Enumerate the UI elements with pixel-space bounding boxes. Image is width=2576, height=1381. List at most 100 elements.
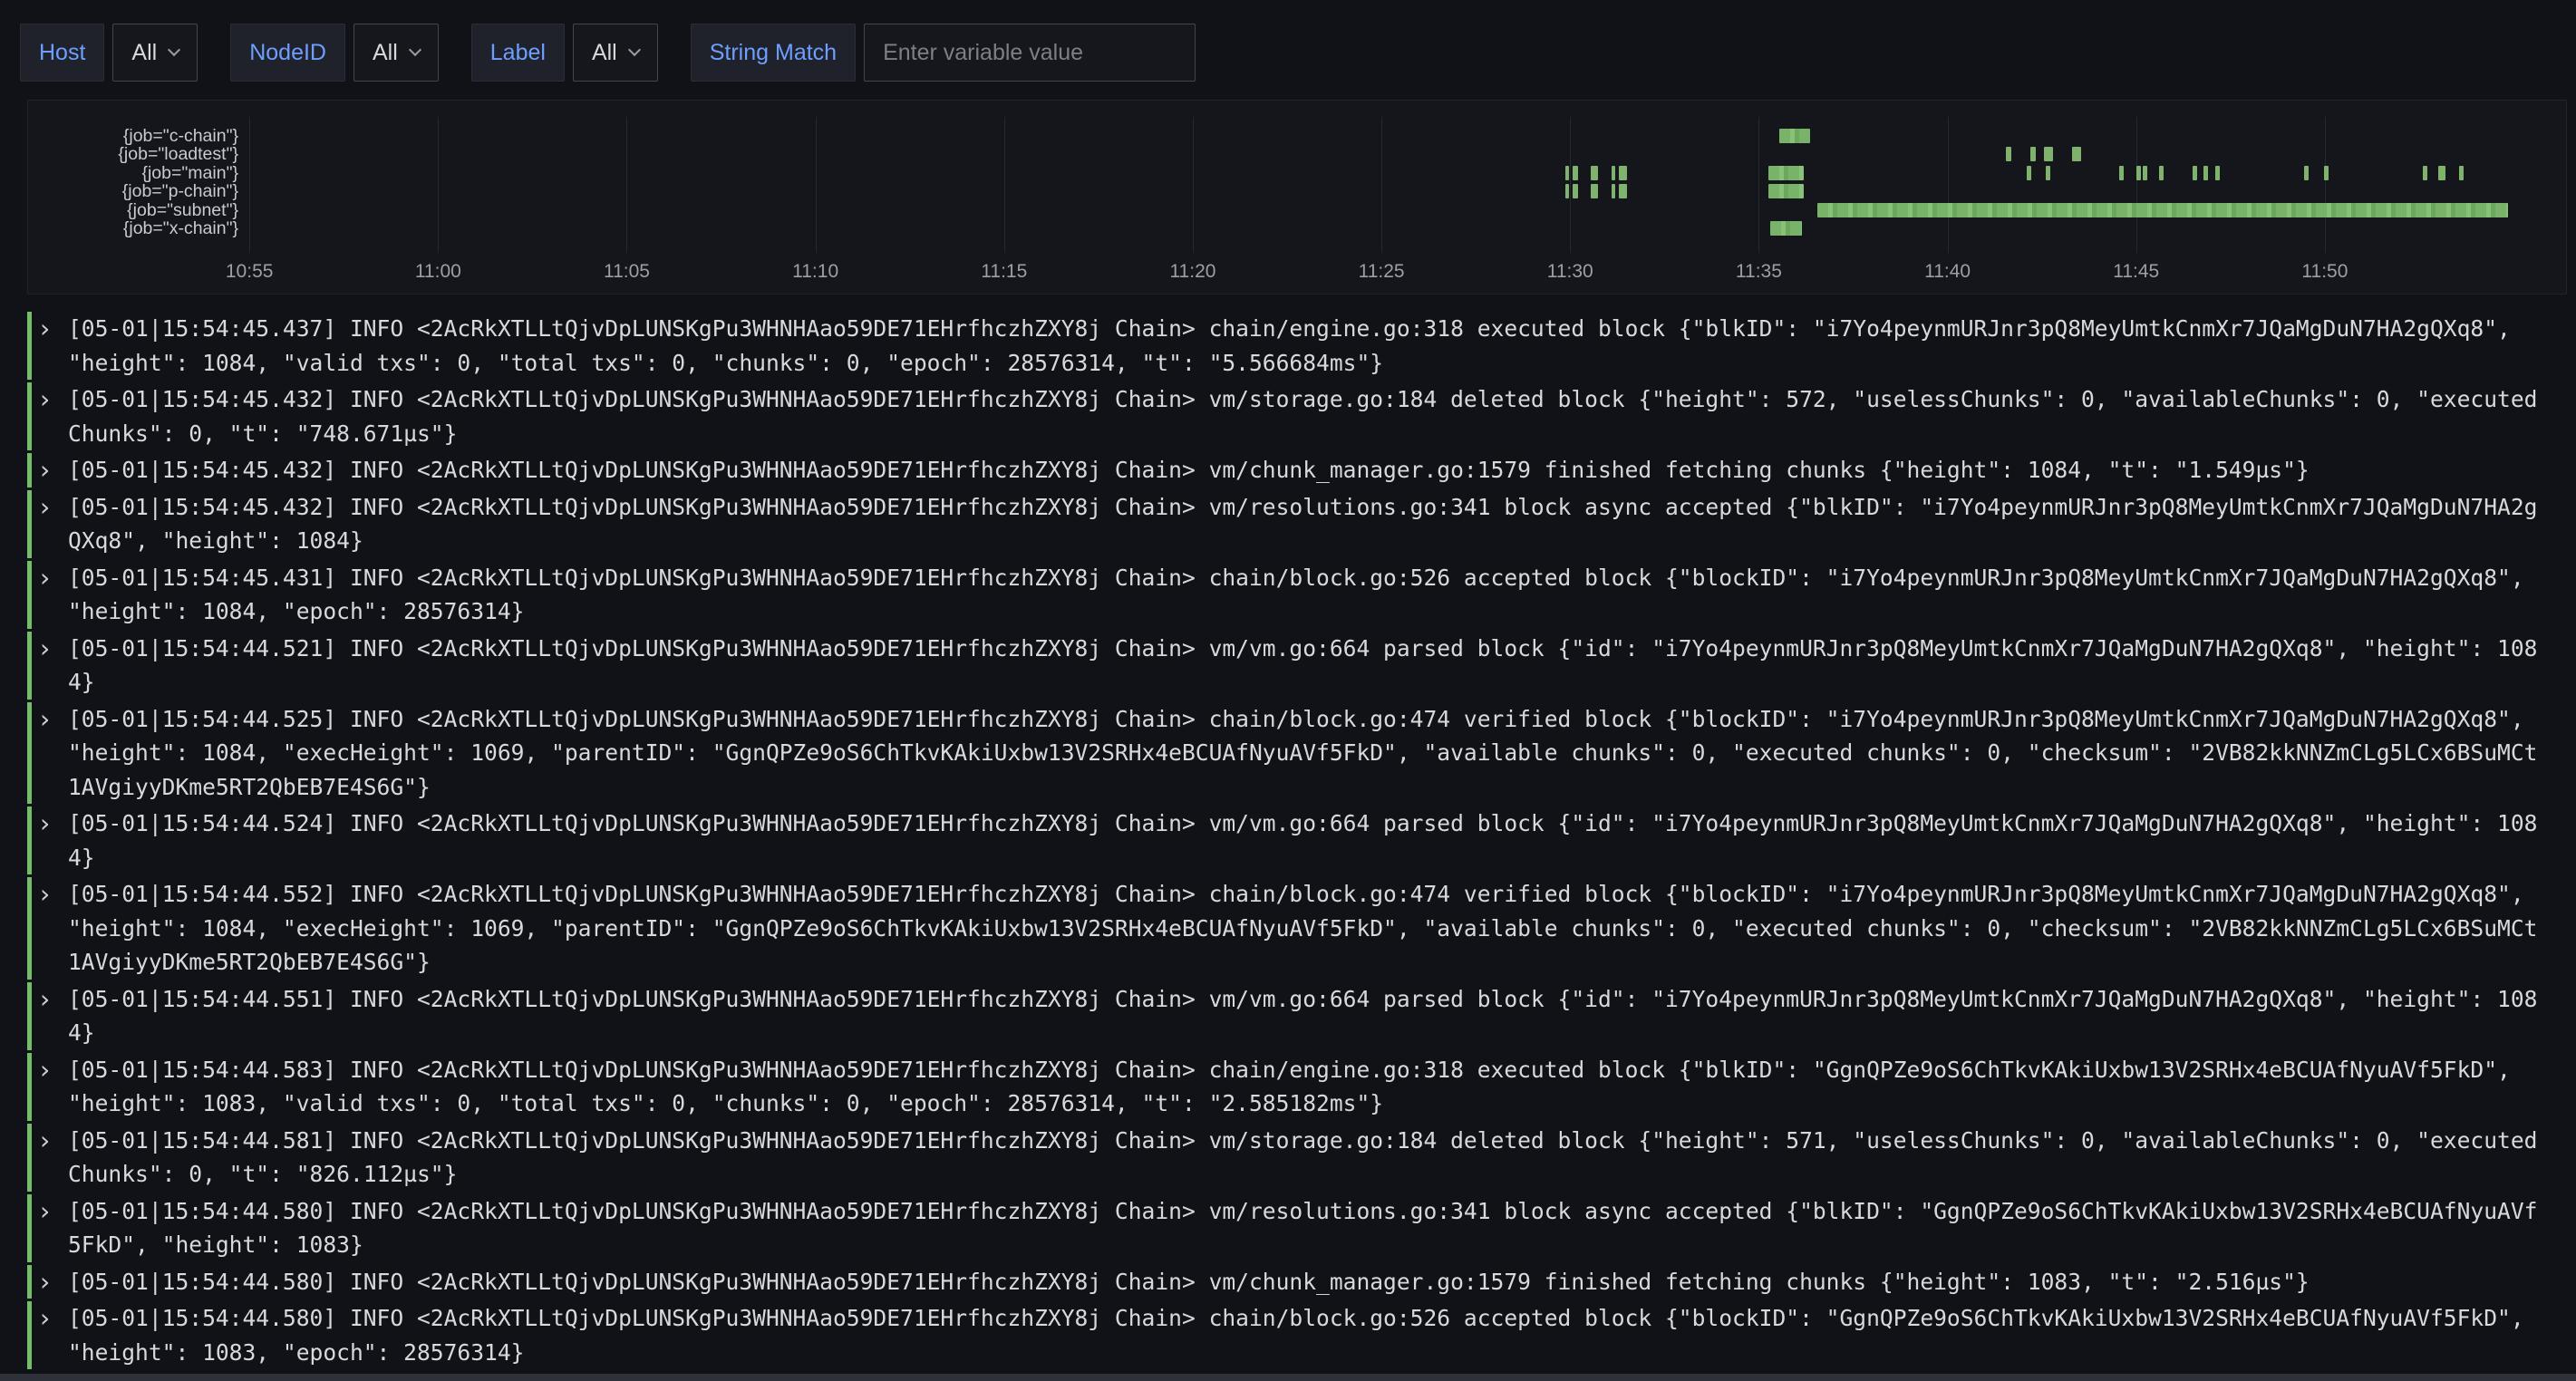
x-axis-tick-label: 11:10	[792, 261, 838, 283]
variable-label-label: Label	[471, 24, 565, 82]
expand-chevron-icon[interactable]: ›	[32, 453, 68, 488]
log-row[interactable]: ›[05-01|15:54:44.521] INFO <2AcRkXTLLtQj…	[27, 632, 2556, 700]
expand-chevron-icon[interactable]: ›	[32, 1194, 68, 1229]
timeline-segment[interactable]	[2193, 166, 2197, 180]
log-row[interactable]: ›[05-01|15:54:44.581] INFO <2AcRkXTLLtQj…	[27, 1124, 2556, 1192]
expand-chevron-icon[interactable]: ›	[32, 982, 68, 1017]
timeline-segment[interactable]	[2324, 166, 2329, 180]
x-axis-tick-label: 10:55	[226, 261, 274, 283]
timeline-segment[interactable]	[2119, 166, 2124, 180]
x-axis-tick-label: 11:50	[2301, 261, 2348, 283]
timeline-segment[interactable]	[1573, 166, 1577, 180]
timeline-segment[interactable]	[1768, 166, 1805, 180]
timeline-segment[interactable]	[2046, 166, 2050, 180]
log-row[interactable]: ›[05-01|15:54:44.551] INFO <2AcRkXTLLtQj…	[27, 982, 2556, 1050]
timeline-segment[interactable]	[1591, 166, 1598, 180]
log-row[interactable]: ›[05-01|15:54:45.437] INFO <2AcRkXTLLtQj…	[27, 312, 2556, 380]
timeline-segment[interactable]	[2030, 147, 2036, 161]
timeline-plot[interactable]	[246, 113, 2559, 253]
timeline-segment[interactable]	[2438, 166, 2445, 180]
expand-chevron-icon[interactable]: ›	[32, 632, 68, 666]
expand-chevron-icon[interactable]: ›	[32, 877, 68, 912]
timeline-segment[interactable]	[1612, 184, 1615, 198]
log-text: [05-01|15:54:44.521] INFO <2AcRkXTLLtQjv…	[68, 632, 2545, 700]
log-row[interactable]: ›[05-01|15:54:45.432] INFO <2AcRkXTLLtQj…	[27, 453, 2556, 488]
timeline-segment[interactable]	[1612, 166, 1615, 180]
variable-dropdown-host[interactable]: All	[112, 24, 198, 82]
log-row[interactable]: ›[05-01|15:54:45.431] INFO <2AcRkXTLLtQj…	[27, 561, 2556, 629]
timeline-segment[interactable]	[2072, 147, 2081, 161]
log-row[interactable]: ›[05-01|15:54:44.580] INFO <2AcRkXTLLtQj…	[27, 1301, 2556, 1369]
timeline-segment[interactable]	[1779, 129, 1809, 143]
log-text: [05-01|15:54:44.552] INFO <2AcRkXTLLtQjv…	[68, 877, 2545, 980]
log-text: [05-01|15:54:44.524] INFO <2AcRkXTLLtQjv…	[68, 806, 2545, 874]
timeline-row	[246, 147, 2559, 161]
timeline-segment[interactable]	[2006, 147, 2011, 161]
x-axis-tick-label: 11:25	[1359, 261, 1405, 283]
log-row[interactable]: ›[05-01|15:54:44.525] INFO <2AcRkXTLLtQj…	[27, 702, 2556, 805]
timeline-segment[interactable]	[2044, 147, 2053, 161]
log-text: [05-01|15:54:44.580] INFO <2AcRkXTLLtQjv…	[68, 1301, 2545, 1369]
log-text: [05-01|15:54:45.432] INFO <2AcRkXTLLtQjv…	[68, 382, 2545, 450]
x-axis-tick-label: 11:00	[415, 261, 461, 283]
expand-chevron-icon[interactable]: ›	[32, 490, 68, 525]
variable-value-label: All	[592, 40, 617, 66]
timeline-segment[interactable]	[1768, 184, 1805, 198]
horizontal-scrollbar[interactable]	[0, 1374, 2576, 1381]
timeline-segment[interactable]	[2143, 166, 2147, 180]
expand-chevron-icon[interactable]: ›	[32, 702, 68, 737]
variable-label-nodeid: NodeID	[230, 24, 345, 82]
expand-chevron-icon[interactable]: ›	[32, 382, 68, 417]
variable-value-host: All	[131, 40, 157, 66]
timeline-segment[interactable]	[1565, 184, 1569, 198]
timeline-row	[246, 129, 2559, 143]
series-label: {job="c-chain"}	[28, 127, 238, 145]
log-text: [05-01|15:54:44.525] INFO <2AcRkXTLLtQjv…	[68, 702, 2545, 805]
x-axis-tick-label: 11:40	[1924, 261, 1971, 283]
log-row[interactable]: ›[05-01|15:54:44.580] INFO <2AcRkXTLLtQj…	[27, 1265, 2556, 1299]
timeline-row	[246, 166, 2559, 180]
variable-dropdown-nodeid[interactable]: All	[353, 24, 439, 82]
timeline-segment[interactable]	[1565, 166, 1569, 180]
chevron-down-icon	[168, 43, 180, 56]
variable-value-nodeid: All	[373, 40, 398, 66]
timeline-segment[interactable]	[1591, 184, 1598, 198]
variable-group-nodeid: NodeID All	[230, 24, 439, 82]
timeline-segment[interactable]	[2423, 166, 2427, 180]
timeline-segment[interactable]	[2136, 166, 2141, 180]
string-match-input[interactable]	[864, 24, 1196, 82]
timeline-segment[interactable]	[2215, 166, 2220, 180]
x-axis-tick-label: 11:45	[2113, 261, 2159, 283]
timeline-segment[interactable]	[2459, 166, 2464, 180]
expand-chevron-icon[interactable]: ›	[32, 1301, 68, 1336]
expand-chevron-icon[interactable]: ›	[32, 806, 68, 841]
timeline-segment[interactable]	[1573, 184, 1577, 198]
log-row[interactable]: ›[05-01|15:54:44.552] INFO <2AcRkXTLLtQj…	[27, 877, 2556, 980]
timeline-segment[interactable]	[1619, 184, 1627, 198]
timeline-segment[interactable]	[1817, 203, 2508, 217]
expand-chevron-icon[interactable]: ›	[32, 1265, 68, 1299]
timeline-segment[interactable]	[2304, 166, 2309, 180]
variable-dropdown-label[interactable]: All	[573, 24, 658, 82]
series-label: {job="subnet"}	[28, 201, 238, 219]
x-axis-tick-label: 11:20	[1169, 261, 1215, 283]
x-axis-tick-label: 11:35	[1736, 261, 1782, 283]
expand-chevron-icon[interactable]: ›	[32, 1053, 68, 1087]
log-row[interactable]: ›[05-01|15:54:45.432] INFO <2AcRkXTLLtQj…	[27, 382, 2556, 450]
log-row[interactable]: ›[05-01|15:54:44.524] INFO <2AcRkXTLLtQj…	[27, 806, 2556, 874]
string-match-label: String Match	[691, 24, 856, 82]
variable-label-host: Host	[20, 24, 104, 82]
log-row[interactable]: ›[05-01|15:54:45.432] INFO <2AcRkXTLLtQj…	[27, 490, 2556, 558]
log-row[interactable]: ›[05-01|15:54:44.583] INFO <2AcRkXTLLtQj…	[27, 1053, 2556, 1121]
series-label: {job="loadtest"}	[28, 145, 238, 163]
log-row[interactable]: ›[05-01|15:54:44.580] INFO <2AcRkXTLLtQj…	[27, 1194, 2556, 1262]
timeline-segment[interactable]	[2027, 166, 2031, 180]
expand-chevron-icon[interactable]: ›	[32, 312, 68, 346]
expand-chevron-icon[interactable]: ›	[32, 561, 68, 595]
timeline-segment[interactable]	[2159, 166, 2164, 180]
expand-chevron-icon[interactable]: ›	[32, 1124, 68, 1158]
timeline-segment[interactable]	[1770, 221, 1802, 236]
timeline-segment[interactable]	[1619, 166, 1627, 180]
chevron-down-icon	[628, 43, 641, 56]
timeline-segment[interactable]	[2203, 166, 2208, 180]
